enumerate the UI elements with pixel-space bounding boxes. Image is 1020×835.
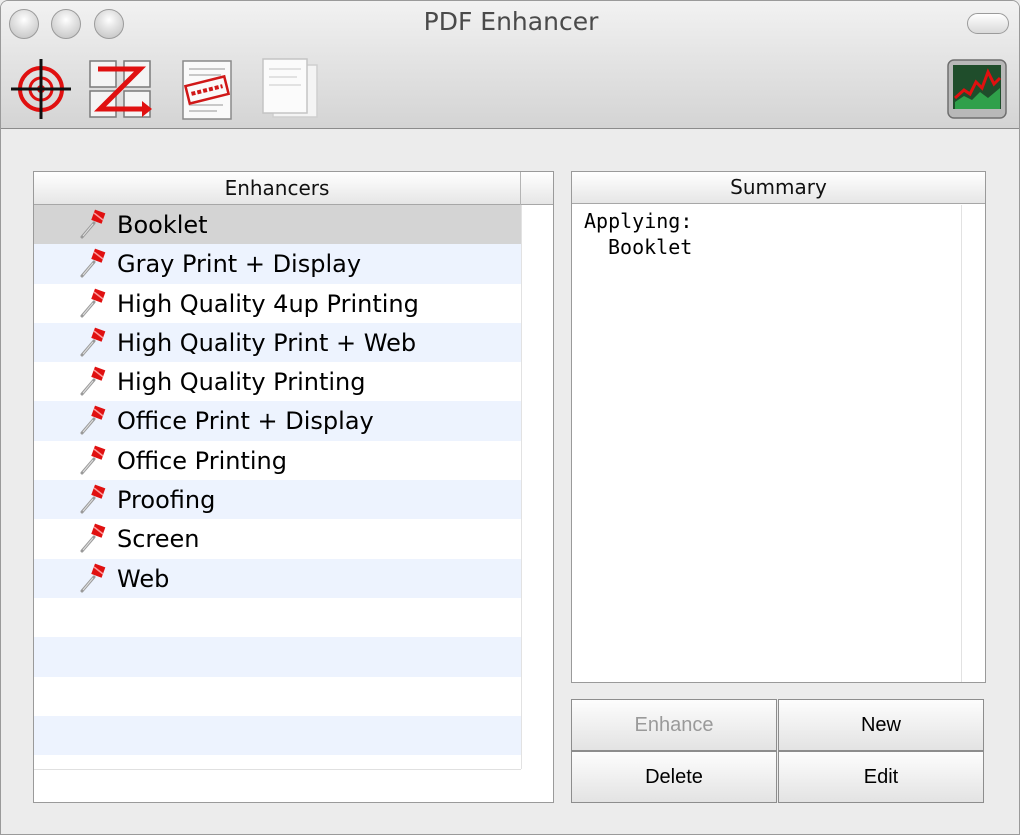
enhancer-label: Office Printing: [117, 446, 288, 475]
pin-icon: [78, 326, 108, 358]
empty-row: [34, 637, 521, 677]
pin-icon: [78, 444, 108, 476]
enhancer-label: High Quality Print + Web: [117, 328, 417, 357]
enhancer-row[interactable]: High Quality Printing: [34, 362, 521, 401]
enhancer-row[interactable]: Office Printing: [34, 441, 521, 480]
header-separator: [520, 172, 521, 205]
enhancer-label: Gray Print + Display: [117, 250, 362, 279]
scroll-corner: [521, 769, 553, 802]
pin-icon: [78, 562, 108, 594]
summary-line-enhancer: Booklet: [608, 235, 693, 259]
new-button[interactable]: New: [778, 699, 984, 751]
pin-icon: [78, 483, 108, 515]
pin-icon: [78, 365, 108, 397]
enhancer-label: Proofing: [117, 486, 216, 515]
enhancer-label: Screen: [117, 525, 200, 554]
zoom-arrange-icon[interactable]: [87, 57, 155, 121]
enhancer-label: Web: [117, 564, 170, 593]
pin-icon: [78, 404, 108, 436]
enhancer-row[interactable]: Screen: [34, 519, 521, 558]
toolbar-toggle-button[interactable]: [967, 13, 1009, 34]
empty-row: [34, 755, 521, 769]
enhancer-row[interactable]: Web: [34, 558, 521, 598]
pin-icon: [78, 522, 108, 554]
title-toolbar: PDF Enhancer: [1, 1, 1019, 129]
enhancers-header-label: Enhancers: [224, 176, 330, 200]
delete-button[interactable]: Delete: [571, 751, 777, 803]
enhance-button[interactable]: Enhance: [571, 699, 777, 751]
empty-row: [34, 715, 521, 756]
edit-button[interactable]: Edit: [778, 751, 984, 803]
enhancer-label: Office Print + Display: [117, 407, 374, 436]
enhancer-label: Booklet: [117, 211, 208, 239]
enhancer-row[interactable]: High Quality Print + Web: [34, 322, 521, 363]
enhancers-column-header[interactable]: Enhancers: [34, 172, 553, 205]
pin-icon: [78, 247, 108, 279]
pages-icon[interactable]: [255, 57, 323, 121]
enhancer-label: High Quality Printing: [117, 368, 366, 397]
summary-panel: Summary Applying: Booklet: [571, 171, 986, 683]
enhancer-label: High Quality 4up Printing: [117, 289, 419, 318]
enhancer-row[interactable]: High Quality 4up Printing: [34, 284, 521, 323]
enhancers-rows: Booklet Gray Print + Display High Quality …: [34, 205, 521, 769]
pin-icon: [78, 208, 108, 240]
window-title: PDF Enhancer: [423, 7, 599, 36]
empty-row: [34, 677, 521, 716]
empty-row: [34, 598, 521, 637]
summary-header: Summary: [572, 172, 985, 204]
summary-line-applying: Applying:: [584, 209, 693, 233]
enhancer-row[interactable]: Booklet: [34, 205, 521, 245]
enhancers-vertical-scrollbar[interactable]: [521, 205, 553, 769]
app-window: PDF Enhancer Enhancers Booklet Gray Prin…: [0, 0, 1020, 835]
summary-text: Applying: Booklet: [584, 208, 692, 260]
stamp-icon[interactable]: [173, 57, 241, 121]
graph-icon[interactable]: [945, 57, 1009, 121]
summary-vertical-scrollbar[interactable]: [961, 205, 985, 682]
pin-icon: [78, 287, 108, 319]
enhancers-list: Enhancers Booklet Gray Print + Display Hig…: [33, 171, 554, 803]
enhancer-row[interactable]: Gray Print + Display: [34, 244, 521, 284]
enhancers-horizontal-scrollbar[interactable]: [34, 769, 553, 802]
enhancer-row[interactable]: Proofing: [34, 480, 521, 520]
enhancer-row[interactable]: Office Print + Display: [34, 401, 521, 441]
target-icon[interactable]: [7, 57, 75, 121]
